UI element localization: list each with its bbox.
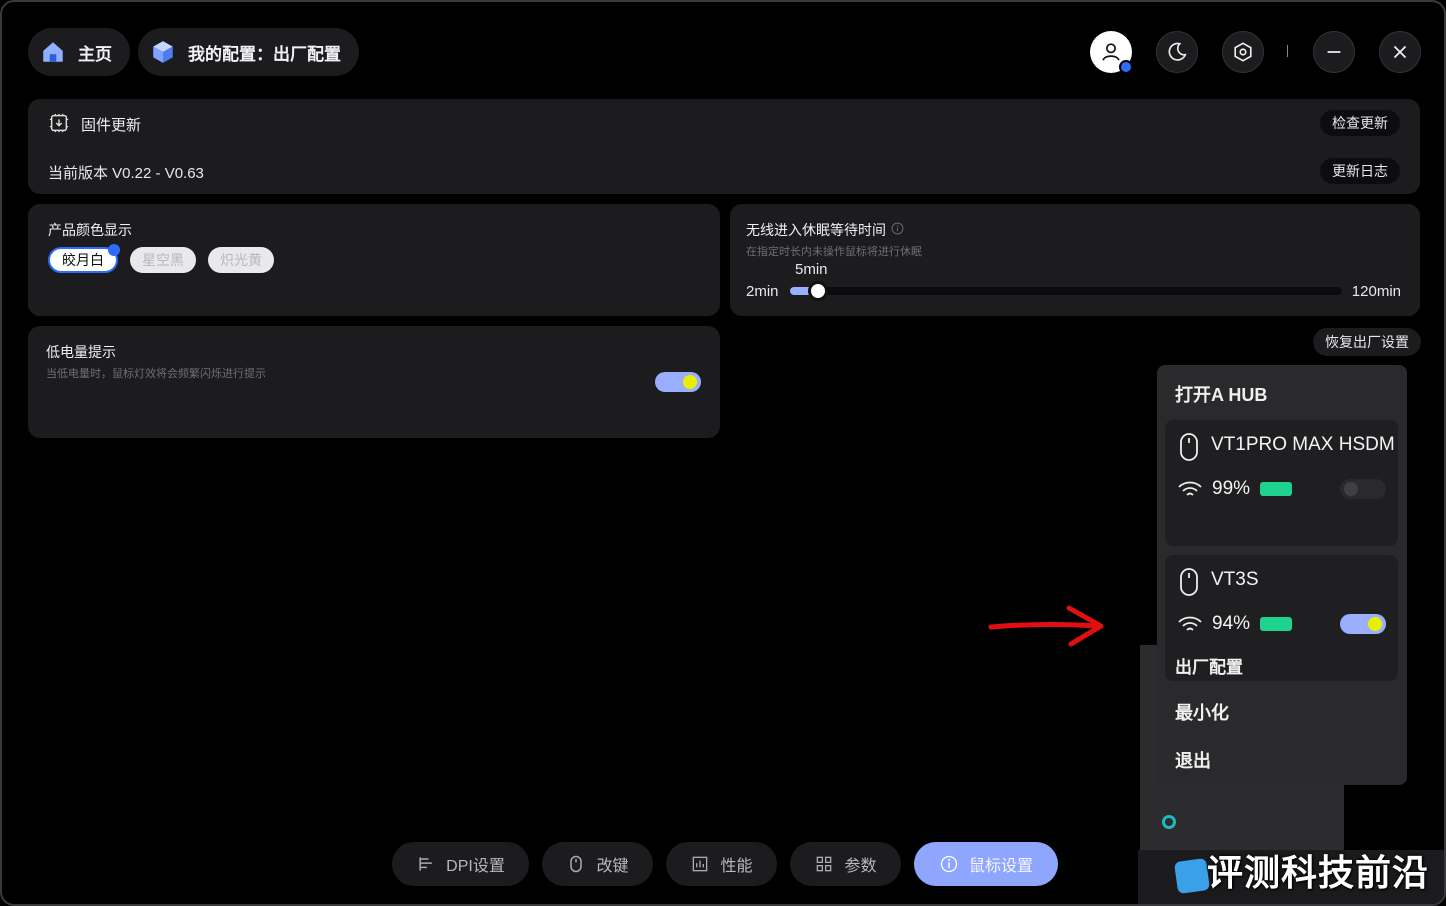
color-display-card: 产品颜色显示 皎月白 星空黑 炽光黄: [28, 204, 720, 316]
nav-dpi-settings[interactable]: DPI设置: [392, 842, 529, 886]
color-option-label: 皎月白: [62, 252, 104, 268]
color-option-star-black[interactable]: 星空黑: [130, 247, 196, 273]
device-name: VT3S: [1211, 569, 1259, 590]
home-label: 主页: [78, 44, 112, 64]
close-button[interactable]: [1379, 31, 1421, 73]
tray-app-icon[interactable]: [1162, 815, 1176, 829]
settings-button[interactable]: [1222, 31, 1264, 73]
color-option-label: 炽光黄: [220, 252, 262, 268]
grid-icon: [817, 856, 832, 872]
minus-icon: [1327, 51, 1341, 53]
sleep-title: 无线进入休眠等待时间: [746, 222, 886, 238]
changelog-button[interactable]: 更新日志: [1320, 158, 1400, 184]
firmware-card: 固件更新 当前版本 V0.22 - V0.63 检查更新 更新日志: [28, 99, 1420, 194]
cube-icon: [153, 41, 173, 63]
sleep-current-value: 5min: [795, 261, 828, 278]
config-label: 我的配置：出厂配置: [188, 44, 341, 64]
device-card-vt3s: VT3S 94% 出厂配置: [1165, 555, 1398, 681]
red-arrow-annotation: [988, 605, 1104, 647]
low-battery-card: 低电量提示 当低电量时，鼠标灯效将会频繁闪烁进行提示: [28, 326, 720, 438]
user-icon: [1102, 43, 1120, 61]
battery-bar: [1260, 482, 1292, 496]
low-battery-subtitle: 当低电量时，鼠标灯效将会频繁闪烁进行提示: [46, 368, 266, 380]
info-icon[interactable]: [891, 222, 904, 235]
color-display-title: 产品颜色显示: [48, 222, 132, 238]
sleep-slider-track[interactable]: [790, 281, 1342, 301]
device-name: VT1PRO MAX HSDM: [1211, 434, 1395, 455]
nav-parameters[interactable]: 参数: [790, 842, 901, 886]
battery-bar: [1260, 617, 1292, 631]
selected-check-icon: [108, 244, 120, 256]
device-toggle[interactable]: [1340, 479, 1386, 499]
nav-label: 改键: [596, 858, 629, 875]
nav-performance[interactable]: 性能: [666, 842, 777, 886]
minimize-button[interactable]: [1313, 31, 1355, 73]
device-battery-percent: 99%: [1212, 478, 1251, 499]
nav-mouse-settings[interactable]: 鼠标设置: [914, 842, 1058, 886]
tray-context-menu: 打开A HUB VT1PRO MAX HSDM 99% VT3S 94% 出厂配…: [1157, 365, 1407, 785]
color-option-moon-white[interactable]: 皎月白: [48, 244, 120, 273]
nav-label: 性能: [720, 858, 753, 875]
dpi-icon: [419, 857, 432, 871]
menu-open-hub[interactable]: 打开A HUB: [1175, 381, 1267, 407]
toggle-knob: [1368, 617, 1382, 631]
firmware-version: 当前版本 V0.22 - V0.63: [48, 165, 204, 182]
sleep-subtitle: 在指定时长内未操作鼠标将进行休眠: [746, 246, 922, 258]
menu-exit[interactable]: 退出: [1175, 747, 1211, 773]
app-window: 主页 我的配置：出厂配置 固件更新 当前版本 V0.22 - V0.63 检查更…: [0, 0, 1446, 906]
mouse-icon: [1180, 568, 1198, 596]
watermark-text: 评测科技前沿: [1207, 852, 1430, 893]
hexagon-settings-icon: [1234, 42, 1252, 62]
sleep-slider-handle[interactable]: [808, 281, 829, 301]
low-battery-title: 低电量提示: [46, 344, 116, 360]
factory-reset-button[interactable]: 恢复出厂设置: [1313, 328, 1421, 356]
low-battery-toggle[interactable]: [655, 372, 701, 392]
nav-label: DPI设置: [446, 858, 505, 875]
theme-toggle-button[interactable]: [1156, 31, 1198, 73]
wifi-icon: [1178, 481, 1202, 496]
moon-icon: [1168, 42, 1187, 61]
verified-badge: [1119, 60, 1133, 74]
firmware-chip-icon: [49, 113, 69, 133]
device-toggle[interactable]: [1340, 614, 1386, 634]
sleep-max-label: 120min: [1351, 283, 1401, 300]
device-card-vt1pro: VT1PRO MAX HSDM 99%: [1165, 420, 1398, 546]
device-battery-percent: 94%: [1212, 613, 1251, 634]
menu-minimize[interactable]: 最小化: [1175, 699, 1229, 725]
home-icon: [43, 42, 63, 62]
firmware-title: 固件更新: [81, 117, 142, 134]
config-button[interactable]: 我的配置：出厂配置: [138, 28, 359, 76]
device-profile[interactable]: 出厂配置: [1175, 653, 1243, 678]
nav-label: 鼠标设置: [968, 858, 1033, 875]
info-icon: [940, 855, 958, 873]
performance-icon: [693, 856, 708, 872]
nav-label: 参数: [844, 858, 877, 875]
nav-key-remap[interactable]: 改键: [542, 842, 653, 886]
mouse-icon: [570, 855, 583, 873]
taskbar-app-icon[interactable]: [1173, 857, 1211, 895]
sleep-card: 无线进入休眠等待时间 在指定时长内未操作鼠标将进行休眠 5min 2min 12…: [730, 204, 1420, 316]
mouse-icon: [1180, 433, 1198, 461]
wifi-icon: [1178, 616, 1202, 631]
toggle-knob: [1344, 482, 1358, 496]
close-icon: [1393, 45, 1407, 59]
home-button[interactable]: 主页: [28, 28, 130, 76]
color-option-blaze-yellow[interactable]: 炽光黄: [208, 247, 274, 273]
check-update-button[interactable]: 检查更新: [1320, 110, 1400, 136]
color-option-label: 星空黑: [142, 252, 184, 268]
sleep-min-label: 2min: [746, 283, 779, 300]
toolbar-divider: [1287, 45, 1288, 57]
toggle-knob: [683, 375, 697, 389]
account-button[interactable]: [1090, 31, 1133, 74]
